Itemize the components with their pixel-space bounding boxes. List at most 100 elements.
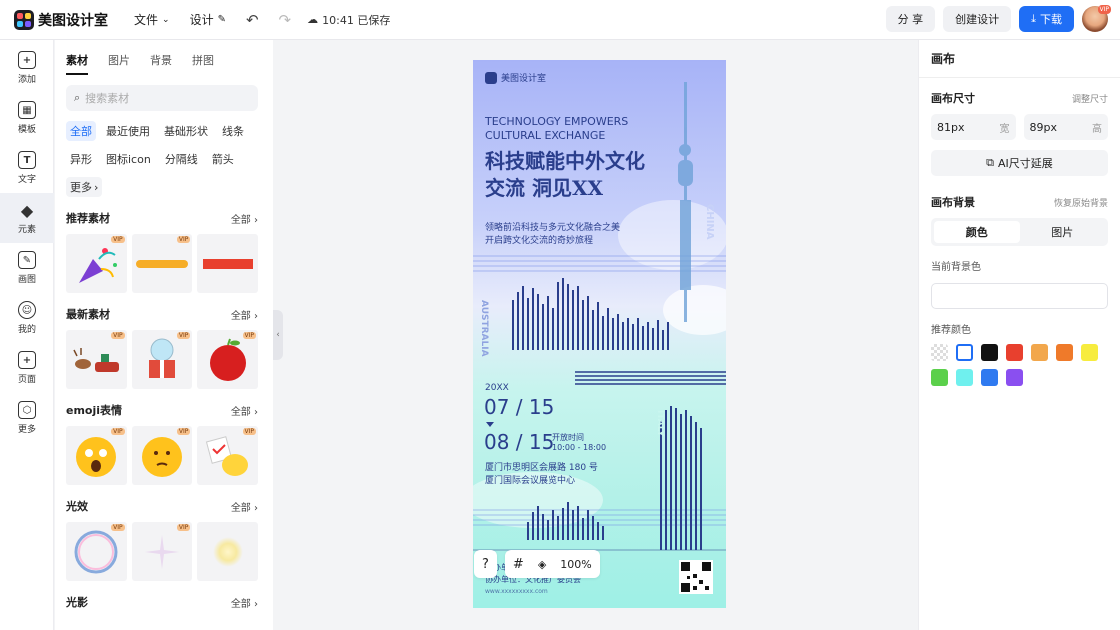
layers-icon[interactable]: ◈ — [538, 558, 546, 571]
swatch-transparent[interactable] — [931, 344, 948, 361]
nav-mine[interactable]: ☺ 我的 — [0, 293, 54, 343]
material-thumb[interactable]: VIP — [197, 330, 259, 389]
material-thumb[interactable]: VIP — [66, 330, 127, 389]
title-line-1: 科技赋能中外文化 — [485, 149, 645, 173]
poster-title[interactable]: 科技赋能中外文化 交流 洞见XX — [485, 148, 645, 202]
nav-text[interactable]: T 文字 — [0, 143, 54, 193]
swatch-orange[interactable] — [1056, 344, 1073, 361]
material-thumb[interactable]: VIP — [131, 426, 193, 485]
height-field[interactable]: 89px 高 — [1023, 114, 1108, 140]
section-title: emoji表情 — [66, 404, 123, 417]
red-rectangle-shape — [202, 258, 253, 269]
poster-brand[interactable]: 美图设计室 — [485, 71, 546, 84]
material-thumb[interactable]: VIP — [66, 522, 127, 581]
collapse-panel-button[interactable]: ‹ — [273, 310, 283, 360]
swatch-purple[interactable] — [1006, 369, 1023, 386]
chip-arrows[interactable]: 箭头 — [208, 149, 238, 169]
material-thumb[interactable]: VIP — [131, 330, 193, 389]
see-all-link[interactable]: 全部 › — [231, 595, 258, 610]
swatch-light-orange[interactable] — [1031, 344, 1048, 361]
seg-color[interactable]: 颜色 — [934, 221, 1020, 243]
logo[interactable]: 美图设计室 — [14, 9, 108, 30]
share-button[interactable]: 分 享 — [885, 6, 936, 32]
poster-date-end[interactable]: 08 / 15 — [484, 430, 554, 454]
material-thumb[interactable] — [197, 234, 259, 293]
nav-page[interactable]: + 页面 — [0, 343, 54, 393]
chip-all[interactable]: 全部 — [66, 121, 96, 141]
swatch-cyan[interactable] — [956, 369, 973, 386]
chip-recent[interactable]: 最近使用 — [102, 121, 154, 141]
tab-backgrounds[interactable]: 背景 — [150, 52, 172, 75]
swatch-white[interactable] — [956, 344, 973, 361]
seg-image[interactable]: 图片 — [1020, 221, 1106, 243]
poster-side-australia[interactable]: AUSTRALIA — [479, 300, 489, 357]
current-color-field[interactable] — [931, 283, 1108, 309]
tab-materials[interactable]: 素材 — [66, 52, 88, 75]
swatch-black[interactable] — [981, 344, 998, 361]
address-line-1: 厦门市思明区会展路 180 号 — [485, 463, 598, 473]
help-button[interactable]: ? — [474, 550, 497, 578]
bubble-icon — [74, 530, 118, 573]
poster-year[interactable]: 20XX — [485, 383, 509, 393]
material-thumb[interactable]: VIP — [66, 234, 127, 293]
reindeer-sleigh-icon — [73, 347, 120, 372]
width-unit: 宽 — [999, 123, 1010, 135]
chip-lines[interactable]: 线条 — [218, 121, 248, 141]
tab-images[interactable]: 图片 — [108, 52, 130, 75]
nav-template[interactable]: ▦ 模板 — [0, 93, 54, 143]
material-thumb[interactable]: VIP — [131, 234, 193, 293]
nav-draw[interactable]: ✎ 画图 — [0, 243, 54, 293]
poster-address[interactable]: 厦门市思明区会展路 180 号厦门国际会议展览中心 — [485, 462, 598, 488]
text-icon: T — [18, 151, 36, 169]
material-thumb[interactable]: VIP — [66, 426, 127, 485]
nav-more[interactable]: ⬡ 更多 — [0, 393, 54, 443]
tab-collage[interactable]: 拼图 — [192, 52, 214, 75]
poster-canvas[interactable]: 美图设计室 TECHNOLOGY EMPOWERS CULTURAL EXCHAN… — [473, 60, 726, 608]
zoom-level[interactable]: 100% — [560, 558, 591, 571]
swatch-green[interactable] — [931, 369, 948, 386]
see-all-link[interactable]: 全部 › — [231, 403, 258, 418]
shapes-icon: ◆ — [20, 200, 34, 220]
see-all-link[interactable]: 全部 › — [231, 211, 258, 226]
swatch-yellow[interactable] — [1081, 344, 1098, 361]
poster-side-italy[interactable]: ITALY — [655, 410, 665, 437]
poster-date-start[interactable]: 07 / 15 — [484, 395, 554, 419]
poster-description[interactable]: 领略前沿科技与多元文化融合之美 开启跨文化交流的奇妙旅程 — [485, 222, 620, 248]
swatch-red[interactable] — [1006, 344, 1023, 361]
see-all-label: 全部 — [230, 598, 251, 610]
grid-icon[interactable]: # — [513, 557, 524, 572]
file-menu[interactable]: 文件 ⌄ — [134, 11, 170, 28]
material-thumb[interactable]: VIP — [197, 426, 259, 485]
create-design-button[interactable]: 创建设计 — [943, 6, 1012, 32]
search-input[interactable]: ⌕ 搜索素材 — [66, 85, 258, 111]
chip-dividers[interactable]: 分隔线 — [161, 149, 202, 169]
recommend-label: 推荐颜色 — [931, 325, 971, 336]
chip-icons[interactable]: 图标icon — [102, 149, 155, 169]
poster-opening-hours[interactable]: 开放时间 10:00 - 18:00 — [552, 433, 606, 453]
chip-more[interactable]: 更多 › — [66, 177, 103, 197]
chip-basic-shapes[interactable]: 基础形状 — [160, 121, 212, 141]
design-menu[interactable]: 设计 ✎ — [190, 11, 226, 28]
download-button[interactable]: ⤓ 下载 — [1019, 6, 1074, 32]
avatar[interactable]: VIP — [1082, 5, 1111, 32]
poster-side-china[interactable]: CHINA — [704, 204, 715, 240]
nav-elements[interactable]: ◆ 元素 — [0, 193, 54, 243]
title-line-2: 交流 洞见XX — [485, 176, 603, 200]
chip-more-label: 更多 — [70, 181, 92, 194]
width-field[interactable]: 81px 宽 — [931, 114, 1016, 140]
see-all-link[interactable]: 全部 › — [231, 307, 258, 322]
undo-icon[interactable]: ↶ — [246, 11, 259, 29]
poster-en-title[interactable]: TECHNOLOGY EMPOWERS CULTURAL EXCHANGE — [485, 115, 628, 143]
material-thumb[interactable]: VIP — [131, 522, 193, 581]
ai-resize-button[interactable]: ⧉ AI尺寸延展 — [931, 150, 1108, 176]
see-all-link[interactable]: 全部 › — [231, 499, 258, 514]
restore-bg-link[interactable]: 恢复原始背景 — [1054, 196, 1108, 209]
redo-icon[interactable]: ↷ — [279, 11, 292, 29]
swatch-blue[interactable] — [981, 369, 998, 386]
chip-irregular[interactable]: 异形 — [66, 149, 96, 169]
search-icon: ⌕ — [74, 91, 81, 104]
material-thumb[interactable] — [197, 522, 259, 581]
download-icon: ⤓ — [1031, 12, 1036, 25]
nav-add[interactable]: + 添加 — [0, 43, 54, 93]
resize-link[interactable]: 调整尺寸 — [1072, 92, 1108, 105]
